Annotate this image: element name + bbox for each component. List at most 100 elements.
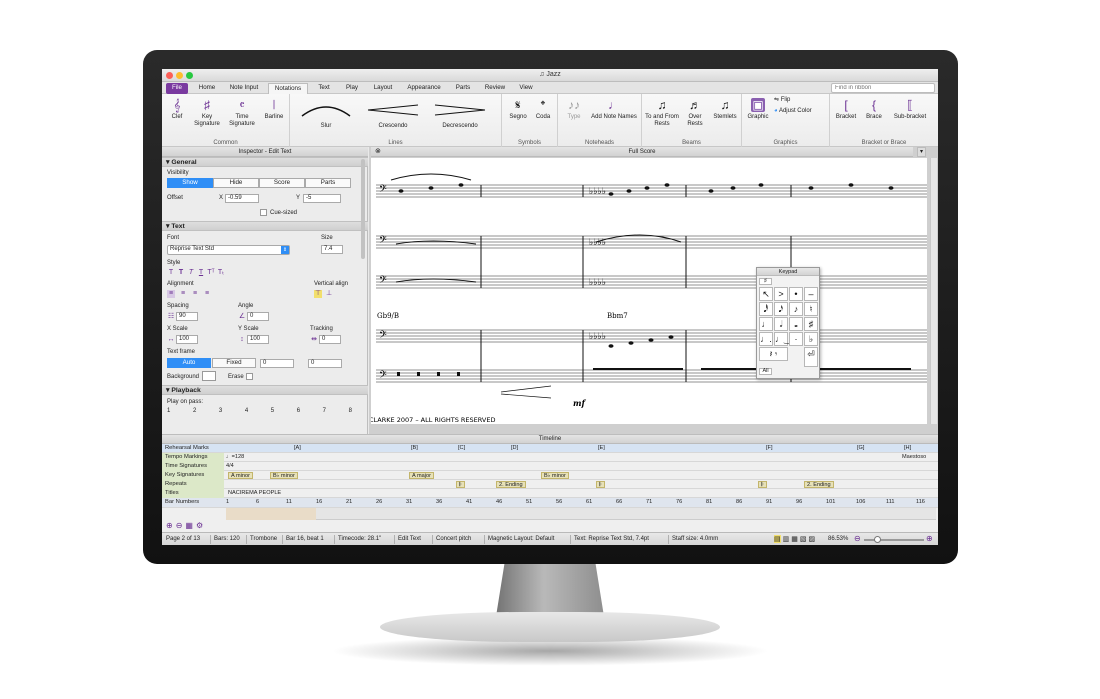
- barline-button[interactable]: 𝄁 Barline: [260, 98, 288, 121]
- clef-button[interactable]: 𝄞 Clef: [166, 98, 188, 121]
- rehearsal-mark[interactable]: [B]: [409, 445, 420, 452]
- keypad-8th-icon[interactable]: ♪: [789, 302, 803, 316]
- background-color-well[interactable]: [202, 371, 216, 381]
- view-spreads-icon[interactable]: ▦: [791, 535, 798, 543]
- status-page[interactable]: Page 2 of 13: [166, 536, 200, 542]
- add-tab-button[interactable]: ▾: [917, 147, 926, 157]
- style-regular-icon[interactable]: T: [167, 269, 175, 277]
- tempo-marking[interactable]: Maestoso: [900, 454, 928, 461]
- bar-number[interactable]: 116: [916, 499, 925, 505]
- keypad-tab-accidentals-icon[interactable]: ♯: [759, 278, 772, 285]
- pass-8[interactable]: 8: [349, 408, 352, 414]
- score-vertical-scrollbar[interactable]: [930, 158, 937, 424]
- time-signature-button[interactable]: 𝄴 Time Signature: [225, 98, 259, 128]
- pass-4[interactable]: 4: [245, 408, 248, 414]
- bar-number[interactable]: 111: [886, 499, 895, 505]
- pass-6[interactable]: 6: [297, 408, 300, 414]
- tab-layout[interactable]: Layout: [368, 83, 398, 94]
- pass-5[interactable]: 5: [271, 408, 274, 414]
- bar-number[interactable]: 101: [826, 499, 835, 505]
- font-select[interactable]: Reprise Text Std ⇕: [167, 245, 290, 255]
- tab-appearance[interactable]: Appearance: [402, 83, 446, 94]
- pass-1[interactable]: 1: [167, 408, 170, 414]
- coda-button[interactable]: 𝄌 Coda: [532, 98, 554, 121]
- align-center-icon[interactable]: ≡: [179, 290, 187, 298]
- score-page[interactable]: 𝄢 𝄢 𝄢 𝄢 𝄢 ♭♭♭♭ ♭♭♭♭ ♭♭♭♭ ♭♭♭♭ Gb9/B Bbm7…: [371, 158, 927, 424]
- tab-note-input[interactable]: Note Input: [224, 83, 264, 94]
- bar-number[interactable]: 96: [796, 499, 802, 505]
- keypad-rest-icon[interactable]: 𝄽 𝄾: [759, 347, 788, 361]
- valign-middle-icon[interactable]: ⊥: [325, 290, 333, 298]
- keypad-tenuto-icon[interactable]: –: [804, 287, 818, 301]
- y-scale-field[interactable]: 100: [247, 335, 269, 344]
- zoom-out-icon[interactable]: ⊖: [854, 534, 861, 543]
- view-continuous-icon[interactable]: ▥: [783, 535, 790, 543]
- frame-width-field[interactable]: 0: [260, 359, 294, 368]
- notehead-type-button[interactable]: ♪♪ Type: [562, 98, 586, 121]
- x-scale-field[interactable]: 100: [176, 335, 198, 344]
- bar-number[interactable]: 1: [226, 499, 229, 505]
- style-italic-icon[interactable]: T: [187, 269, 195, 277]
- rehearsal-mark[interactable]: [H]: [902, 445, 913, 452]
- tab-notations[interactable]: Notations: [268, 83, 308, 94]
- erase-checkbox[interactable]: [246, 373, 253, 380]
- align-left-icon[interactable]: ≡: [167, 290, 175, 298]
- tab-text[interactable]: Text: [312, 83, 336, 94]
- cue-sized-checkbox[interactable]: [260, 209, 267, 216]
- bracket-button[interactable]: [Bracket: [832, 98, 860, 121]
- bar-number[interactable]: 91: [766, 499, 772, 505]
- align-justify-icon[interactable]: ≡: [203, 290, 211, 298]
- bar-number[interactable]: 46: [496, 499, 502, 505]
- key-signature-marker[interactable]: A major: [409, 472, 434, 479]
- zoom-slider-knob[interactable]: [874, 536, 881, 543]
- adjust-color-button[interactable]: ◕ Adjust Color: [774, 108, 828, 115]
- bar-number[interactable]: 36: [436, 499, 442, 505]
- tab-file[interactable]: File: [166, 83, 188, 94]
- tab-play[interactable]: Play: [340, 83, 364, 94]
- rehearsal-mark[interactable]: [G]: [855, 445, 866, 452]
- bar-number[interactable]: 51: [526, 499, 532, 505]
- tab-review[interactable]: Review: [480, 83, 510, 94]
- rehearsal-mark[interactable]: [F]: [764, 445, 775, 452]
- bar-number[interactable]: 61: [586, 499, 592, 505]
- flip-button[interactable]: ⇋ Flip: [774, 97, 804, 104]
- keypad-quarter-icon[interactable]: ♩: [759, 317, 773, 331]
- spacing-field[interactable]: 90: [176, 312, 198, 321]
- style-subscript-icon[interactable]: Tₜ: [217, 269, 225, 277]
- rehearsal-mark[interactable]: [E]: [596, 445, 607, 452]
- over-rests-button[interactable]: ♬ Over Rests: [682, 98, 708, 128]
- pass-2[interactable]: 2: [193, 408, 196, 414]
- repeat-ending-marker[interactable]: 2. Ending: [804, 481, 834, 488]
- keypad-pointer-icon[interactable]: ↖: [759, 287, 773, 301]
- sub-bracket-button[interactable]: ⟦ Sub-bracket: [888, 98, 932, 121]
- key-signature-marker[interactable]: A minor: [228, 472, 253, 479]
- visibility-parts-button[interactable]: Parts: [305, 178, 351, 188]
- pass-3[interactable]: 3: [219, 408, 222, 414]
- playback-section-header[interactable]: ▾ Playback: [162, 385, 368, 395]
- segno-button[interactable]: 𝄋 Segno: [506, 98, 530, 121]
- size-field[interactable]: 7.4: [321, 245, 343, 254]
- decrescendo-item[interactable]: Decrescendo: [428, 100, 492, 130]
- key-signature-marker[interactable]: B♭ minor: [541, 472, 569, 479]
- visibility-show-button[interactable]: Show: [167, 178, 213, 188]
- frame-height-field[interactable]: 0: [308, 359, 342, 368]
- key-signature-marker[interactable]: B♭ minor: [270, 472, 298, 479]
- view-vertical-icon[interactable]: ▧: [800, 535, 807, 543]
- slur-item[interactable]: Slur: [296, 100, 356, 130]
- visibility-score-button[interactable]: Score: [259, 178, 305, 188]
- general-section-header[interactable]: ▾ General: [162, 157, 368, 167]
- tab-home[interactable]: Home: [194, 83, 220, 94]
- zoom-slider[interactable]: [864, 536, 924, 543]
- add-note-names-button[interactable]: ♩ Add Note Names: [590, 98, 638, 121]
- tab-view[interactable]: View: [514, 83, 538, 94]
- bar-number[interactable]: 106: [856, 499, 865, 505]
- offset-x-field[interactable]: -0.59: [225, 194, 259, 203]
- view-grid-icon[interactable]: ▨: [809, 535, 816, 543]
- full-score-tab[interactable]: ⊗ Full Score: [371, 147, 913, 157]
- angle-field[interactable]: 0: [247, 312, 269, 321]
- style-underline-icon[interactable]: T: [197, 269, 205, 277]
- frame-auto-button[interactable]: Auto: [167, 358, 211, 368]
- keypad-flat-icon[interactable]: ♭: [804, 332, 818, 346]
- offset-y-field[interactable]: -5: [303, 194, 341, 203]
- tab-parts[interactable]: Parts: [450, 83, 476, 94]
